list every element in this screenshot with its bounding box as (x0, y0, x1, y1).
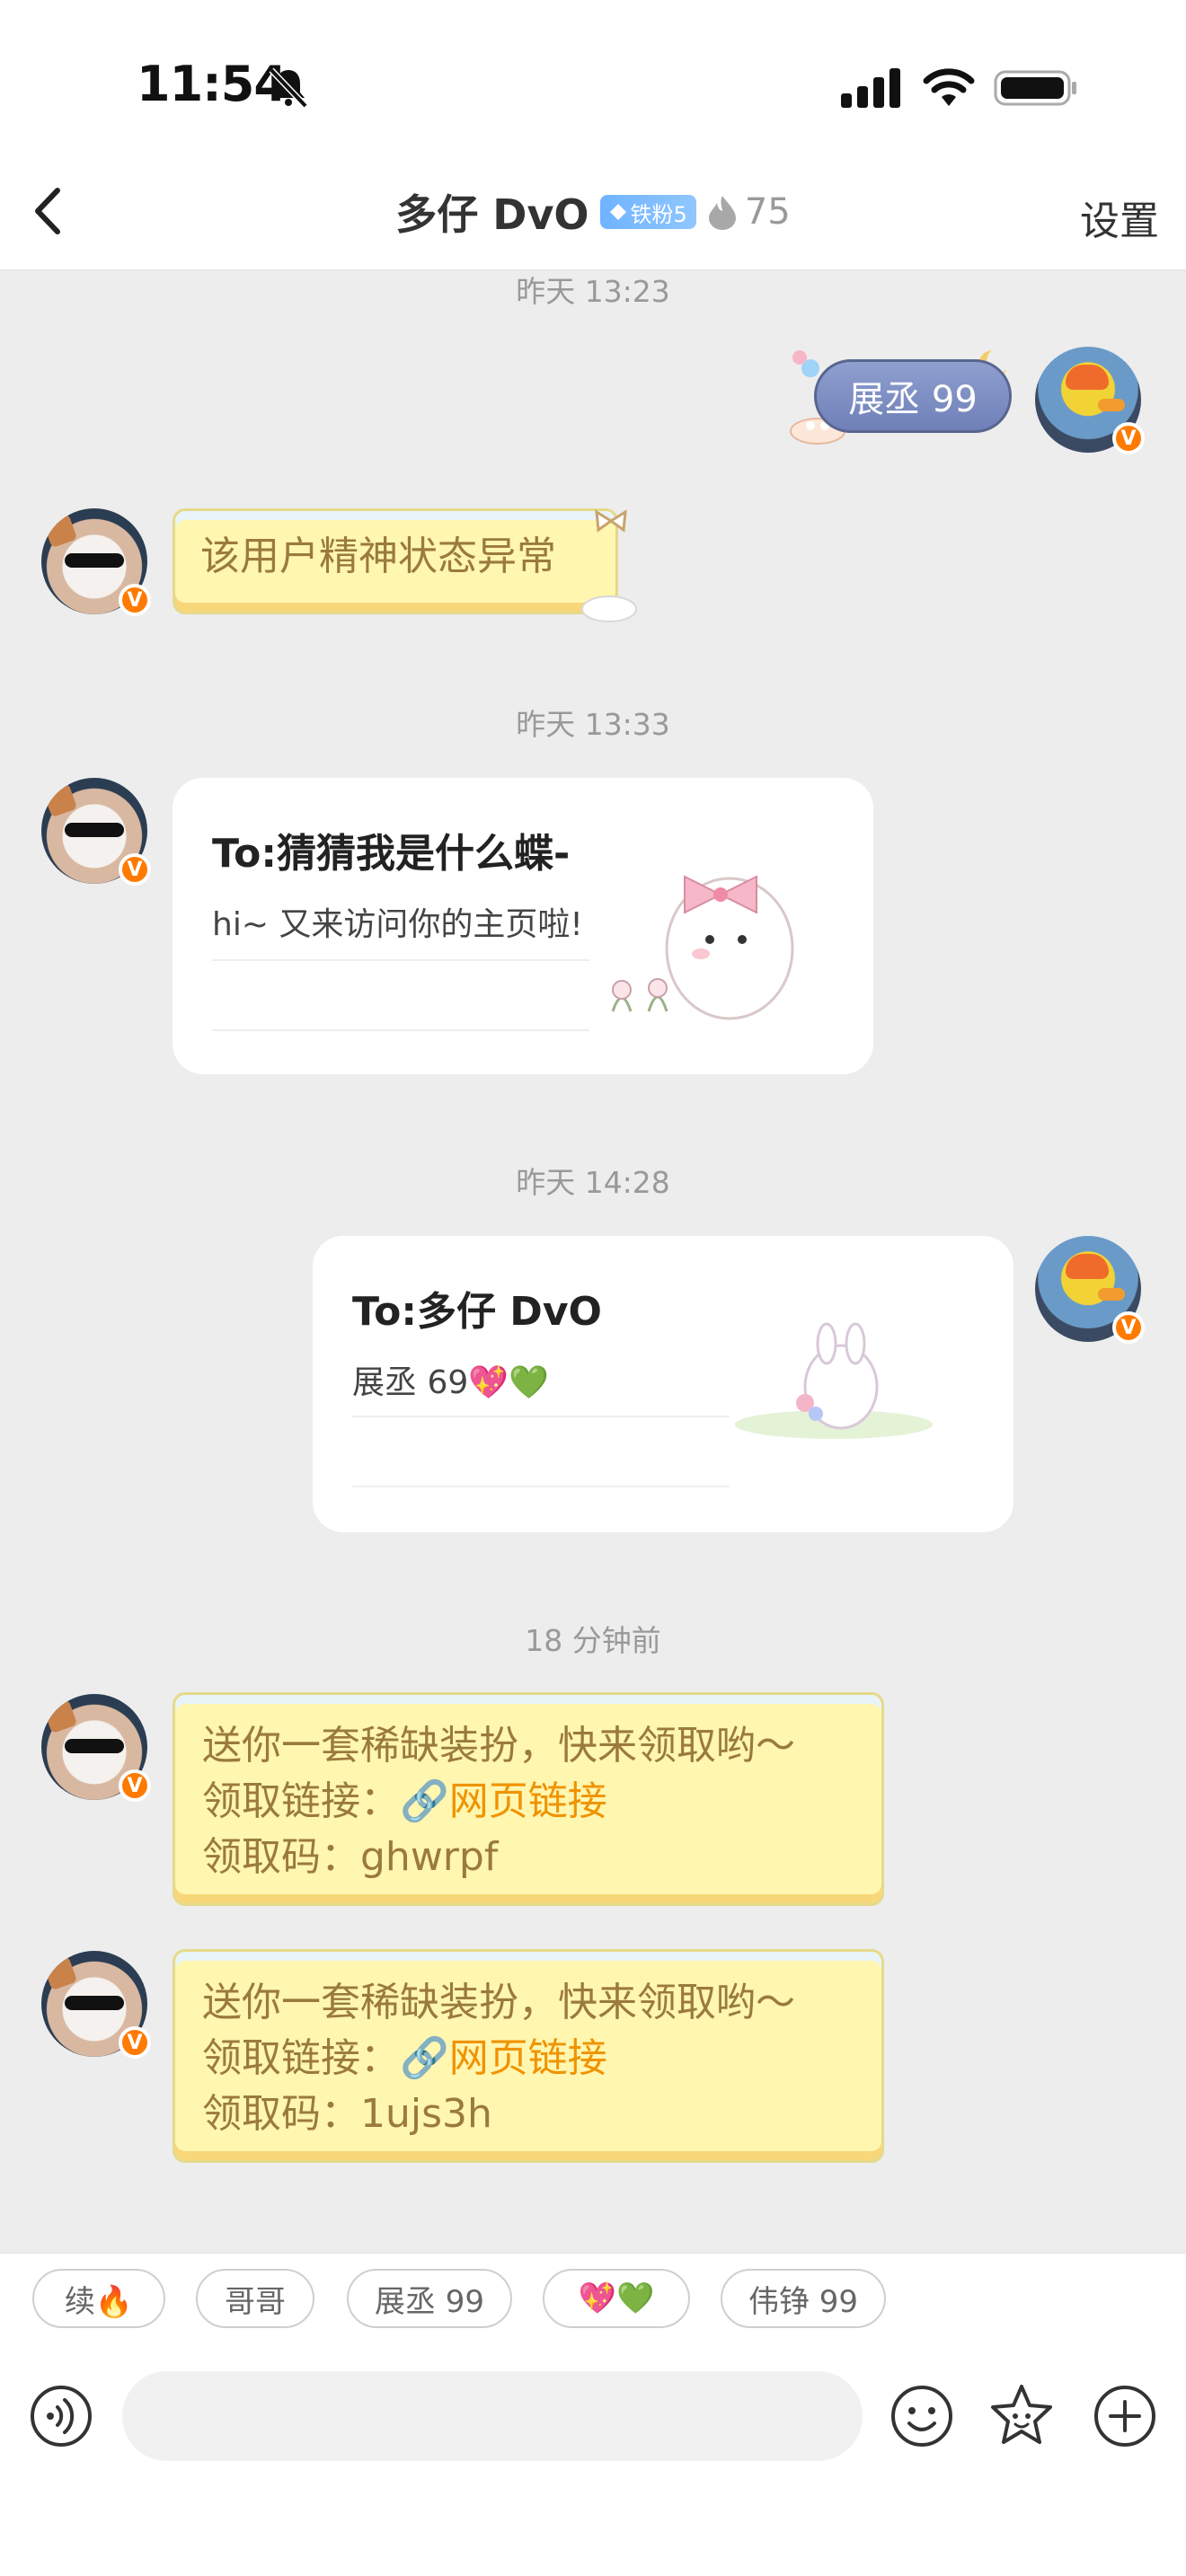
quick-reply-chip[interactable]: 哥哥 (196, 2269, 314, 2328)
gift-code-row: 领取码：ghwrpf (202, 1830, 854, 1885)
my-avatar[interactable]: V (1035, 1236, 1145, 1344)
wifi-icon (923, 68, 975, 106)
gift-line: 送你一套稀缺装扮，快来领取哟～ (202, 1980, 795, 2025)
gift-message-bubble[interactable]: 送你一套稀缺装扮，快来领取哟～ 领取链接：🔗网页链接 领取码：1ujs3h (173, 1949, 884, 2163)
message-input[interactable] (122, 2371, 863, 2461)
greeting-card[interactable]: To:猜猜我是什么蝶- hi~ 又来访问你的主页啦! (173, 778, 873, 1074)
timestamp: 18 分钟前 (525, 1623, 661, 1658)
link-label: 领取链接： (202, 1778, 400, 1824)
scroll-message-bubble[interactable]: 该用户精神状态异常 (173, 508, 618, 614)
plus-icon[interactable] (1093, 2384, 1157, 2448)
emoji-icon[interactable] (890, 2384, 954, 2448)
contact-avatar[interactable]: V (41, 778, 151, 886)
bunny-sticker (611, 875, 794, 1020)
decorated-message-bubble[interactable]: 展丞 99 (783, 341, 1017, 447)
bell-muted-icon (269, 67, 308, 109)
verified-icon: V (1112, 1311, 1145, 1344)
verified-icon: V (119, 853, 151, 886)
divider (352, 1416, 730, 1417)
timestamp: 昨天 13:33 (516, 707, 670, 742)
quick-reply-chip[interactable]: 伟铮 99 (721, 2269, 886, 2328)
verified-icon: V (119, 584, 151, 616)
web-link[interactable]: 网页链接 (449, 2035, 607, 2081)
contact-avatar[interactable]: V (41, 1694, 151, 1802)
bow-decoration (581, 509, 637, 622)
my-avatar[interactable]: V (1035, 347, 1145, 454)
message-text: 该用户精神状态异常 (200, 534, 556, 579)
gift-code-row: 领取码：1ujs3h (202, 2086, 854, 2142)
divider (212, 1029, 589, 1031)
message-text: 展丞 99 (814, 359, 1012, 433)
timestamp: 昨天 13:23 (516, 274, 670, 309)
cellular-signal-icon (841, 68, 900, 108)
battery-icon (994, 70, 1076, 106)
redeem-code[interactable]: ghwrpf (360, 1834, 498, 1880)
divider (212, 959, 589, 961)
verified-icon: V (119, 1769, 151, 1802)
timestamp: 昨天 14:28 (516, 1165, 670, 1200)
divider (352, 1486, 730, 1487)
link-icon: 🔗 (400, 2035, 449, 2081)
gift-line: 送你一套稀缺装扮，快来领取哟～ (202, 1723, 795, 1769)
settings-button[interactable]: 设置 (1080, 189, 1159, 246)
quick-reply-chip[interactable]: 💖💚 (543, 2269, 690, 2328)
flame-icon (708, 196, 736, 230)
bunny-sticker (735, 1322, 933, 1439)
contact-avatar[interactable]: V (41, 508, 151, 616)
web-link[interactable]: 网页链接 (449, 1778, 607, 1824)
chat-title: 多仔 DvO (395, 190, 589, 239)
gift-message-bubble[interactable]: 送你一套稀缺装扮，快来领取哟～ 领取链接：🔗网页链接 领取码：ghwrpf (173, 1692, 884, 1906)
code-label: 领取码： (202, 2091, 360, 2137)
chat-title-group[interactable]: 多仔 DvO 铁粉5 75 (0, 176, 1186, 248)
quick-reply-chip[interactable]: 展丞 99 (347, 2269, 512, 2328)
fan-level-label: 铁粉5 (630, 201, 687, 227)
voice-input-icon[interactable] (29, 2384, 93, 2448)
contact-avatar[interactable]: V (41, 1951, 151, 2059)
quick-reply-chip[interactable]: 续🔥 (32, 2269, 165, 2328)
gift-link-row: 领取链接：🔗网页链接 (202, 2031, 854, 2086)
verified-icon: V (1112, 422, 1145, 454)
fan-level-badge: 铁粉5 (599, 195, 696, 229)
link-label: 领取链接： (202, 2035, 400, 2081)
link-icon: 🔗 (400, 1778, 449, 1824)
intimacy-value: 75 (744, 191, 791, 233)
greeting-card[interactable]: To:多仔 DvO 展丞 69💖💚 (313, 1236, 1013, 1532)
intimacy-count: 75 (707, 191, 791, 233)
diamond-icon (609, 204, 626, 220)
code-label: 领取码： (202, 1834, 360, 1880)
verified-icon: V (119, 2026, 151, 2059)
gift-link-row: 领取链接：🔗网页链接 (202, 1774, 854, 1830)
redeem-code[interactable]: 1ujs3h (360, 2091, 492, 2137)
status-time: 11:54 (137, 56, 288, 112)
sticker-icon[interactable] (988, 2382, 1055, 2448)
